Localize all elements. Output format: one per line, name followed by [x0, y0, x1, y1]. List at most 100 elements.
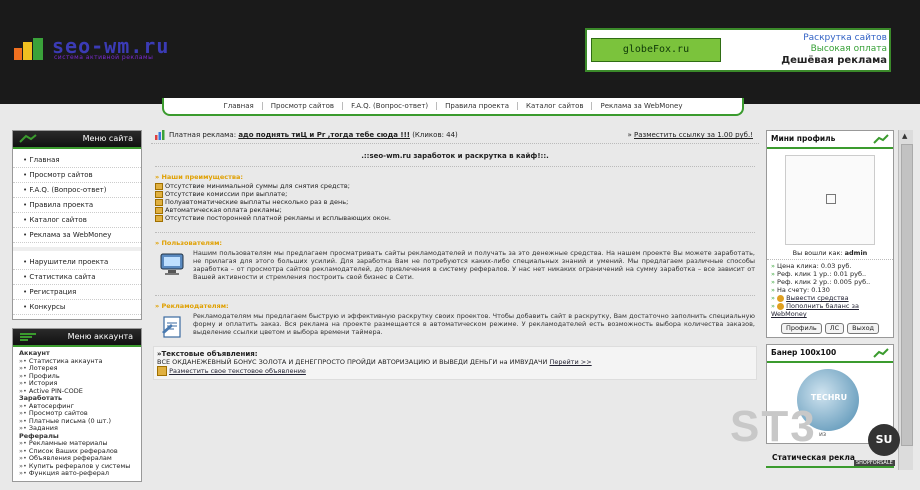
- advantages-title: » Наши преимущества:: [155, 173, 243, 181]
- paid-ad-label: Платная реклама:: [169, 131, 237, 139]
- divider: [155, 295, 755, 296]
- site-menu-item[interactable]: Нарушители проекта: [13, 255, 141, 270]
- site-menu-box: Меню сайта Главная Просмотр сайтов F.A.Q…: [12, 130, 142, 320]
- divider: [155, 166, 755, 167]
- advantage-item: Автоматическая оплата рекламы;: [155, 206, 755, 214]
- nav-catalog[interactable]: Каталог сайтов: [517, 102, 591, 110]
- site-menu-header: Меню сайта: [13, 131, 141, 149]
- account-menu-header: Меню аккаунта: [13, 329, 141, 347]
- nav-faq[interactable]: F.A.Q. (Вопрос-ответ): [342, 102, 436, 110]
- text-ad-place-link[interactable]: Разместить свое текстовое объявление: [169, 367, 306, 375]
- divider: [155, 232, 755, 233]
- site-menu-item[interactable]: Статистика сайта: [13, 270, 141, 285]
- advantage-item: Отсутствие комиссии при выплате;: [155, 190, 755, 198]
- banner-line1: Раскрутка сайтов: [803, 33, 887, 43]
- site-menu-title: Меню сайта: [82, 134, 133, 143]
- advantages-list: Отсутствие минимальной суммы для снятия …: [155, 182, 755, 222]
- advantage-item: Отсутствие минимальной суммы для снятия …: [155, 182, 755, 190]
- chart-bars-icon: [155, 130, 165, 140]
- main-content: Платная реклама: адо поднять тиЦ и Pr ,т…: [151, 127, 759, 380]
- profile-stats: Цена клика: 0.03 руб. Реф. клик 1 ур.: 0…: [767, 259, 893, 320]
- place-link[interactable]: Разместить ссылку за 1.00 руб.!: [634, 131, 753, 139]
- text-ad-line: ВСЕ ОКДАНЕЖЕВНЫЙ БОНУС ЗОЛОТА И ДЕНЕГПРО…: [157, 358, 548, 366]
- scroll-thumb[interactable]: [901, 144, 913, 446]
- paid-ad-link[interactable]: адо поднять тиЦ и Pr ,тогда тебе сюда !!…: [238, 131, 410, 139]
- coin-icon: [777, 294, 785, 302]
- site-menu-item[interactable]: F.A.Q. (Вопрос-ответ): [13, 183, 141, 198]
- topup-link[interactable]: Пополнить баланс за WebMoney: [771, 302, 859, 318]
- watermark-main: ST3: [730, 402, 817, 451]
- logout-button[interactable]: Выход: [847, 323, 880, 334]
- withdraw-link[interactable]: Вывести средства: [786, 294, 848, 302]
- document-icon: [162, 316, 181, 338]
- users-text: Нашим пользователям мы предлагаем просма…: [193, 249, 755, 281]
- mini-profile-title: Мини профиль: [771, 134, 836, 143]
- avatar: [785, 155, 875, 245]
- profile-buttons: Профиль ЛС Выход: [767, 320, 893, 337]
- account-menu-item[interactable]: Функция авто-реферал: [19, 469, 135, 478]
- account-header-icon: [20, 333, 36, 341]
- mini-profile-header: Мини профиль: [767, 131, 893, 149]
- coin-icon: [777, 302, 785, 310]
- banner-line3: Дешёвая реклама: [781, 55, 887, 66]
- banner-100-text: TECHRU: [810, 393, 848, 402]
- page-title: .::seo-wm.ru заработок и раскрутка в кай…: [361, 152, 549, 160]
- menu-header-icon: [19, 134, 37, 143]
- text-ad-more-link[interactable]: Перейти >>: [549, 358, 591, 366]
- watermark-su: SU: [868, 424, 900, 456]
- advantage-item: Полуавтоматические выплаты несколько раз…: [155, 198, 755, 206]
- users-title: » Пользователям:: [155, 239, 223, 247]
- text-ad-place-icon: [157, 366, 167, 376]
- header-banner[interactable]: globeFox.ru Раскрутка сайтов Высокая опл…: [585, 28, 891, 72]
- nav-view-sites[interactable]: Просмотр сайтов: [261, 102, 342, 110]
- watermark-logo: ST3 SU SHOPFORSALE: [730, 402, 910, 468]
- broken-image-icon: [826, 194, 836, 204]
- profile-stat: Реф. клик 1 ур.: 0.01 руб..: [771, 270, 889, 278]
- site-logo[interactable]: seo-wm.ru система активной рекламы: [14, 34, 224, 64]
- mini-profile-box: Мини профиль Вы вошли как: admin Цена кл…: [766, 130, 894, 338]
- text-ads-box: »Текстовые объявления: ВСЕ ОКДАНЕЖЕВНЫЙ …: [153, 346, 757, 380]
- advertisers-paragraph: Рекламодателям мы предлагаем быструю и э…: [155, 312, 755, 338]
- scroll-up-icon[interactable]: ▲: [902, 132, 907, 140]
- top-navbar: Главная Просмотр сайтов F.A.Q. (Вопрос-о…: [162, 98, 744, 116]
- account-menu-list: АккаунтСтатистика аккаунтаЛотереяПрофиль…: [13, 347, 141, 481]
- advertisers-text: Рекламодателям мы предлагаем быструю и э…: [193, 312, 755, 336]
- account-menu-box: Меню аккаунта АккаунтСтатистика аккаунта…: [12, 328, 142, 482]
- profile-stat: Реф. клик 2 ур.: 0.005 руб..: [771, 278, 889, 286]
- username: admin: [844, 249, 868, 257]
- banner-header-icon: [873, 348, 889, 358]
- site-menu-item[interactable]: Главная: [13, 153, 141, 168]
- nav-home[interactable]: Главная: [215, 102, 261, 110]
- place-link-wrap: » Разместить ссылку за 1.00 руб.!: [627, 131, 753, 139]
- advertisers-title: » Рекламодателям:: [155, 302, 229, 310]
- advantage-item: Отсутствие посторонней платной рекламы и…: [155, 214, 755, 222]
- site-menu-item[interactable]: Регистрация: [13, 285, 141, 300]
- banner-100-title: Банер 100x100: [771, 348, 837, 357]
- site-menu-item[interactable]: Правила проекта: [13, 198, 141, 213]
- site-header: seo-wm.ru система активной рекламы globe…: [0, 0, 920, 104]
- messages-button[interactable]: ЛС: [824, 323, 845, 334]
- nav-webmoney-ads[interactable]: Реклама за WebMoney: [591, 102, 690, 110]
- users-paragraph: Нашим пользователям мы предлагаем просма…: [155, 249, 755, 281]
- nav-rules[interactable]: Правила проекта: [436, 102, 517, 110]
- site-menu-item[interactable]: Просмотр сайтов: [13, 168, 141, 183]
- profile-button[interactable]: Профиль: [780, 323, 822, 334]
- site-menu-list: Главная Просмотр сайтов F.A.Q. (Вопрос-о…: [13, 149, 141, 247]
- banner-left-text: globeFox.ru: [591, 38, 721, 62]
- site-menu-item[interactable]: Конкурсы: [13, 300, 141, 315]
- paid-ad: Платная реклама: адо поднять тиЦ и Pr ,т…: [169, 127, 458, 143]
- banner-line2: Высокая оплата: [810, 44, 887, 54]
- monitor-icon: [160, 253, 184, 275]
- banner-100-header: Банер 100x100: [767, 345, 893, 363]
- paid-ad-line: Платная реклама: адо поднять тиЦ и Pr ,т…: [151, 127, 759, 144]
- profile-header-icon: [873, 134, 889, 144]
- site-menu-item[interactable]: Реклама за WebMoney: [13, 228, 141, 243]
- watermark-sub: SHOPFORSALE: [854, 460, 895, 466]
- topup-row: Пополнить баланс за WebMoney: [771, 302, 889, 318]
- account-menu-title: Меню аккаунта: [67, 332, 133, 341]
- logo-bars-icon: [14, 38, 43, 60]
- site-menu-item[interactable]: Каталог сайтов: [13, 213, 141, 228]
- text-ads-title: »Текстовые объявления:: [157, 350, 258, 358]
- logged-in-as: Вы вошли как: admin: [767, 249, 893, 257]
- left-column: Меню сайта Главная Просмотр сайтов F.A.Q…: [12, 130, 142, 490]
